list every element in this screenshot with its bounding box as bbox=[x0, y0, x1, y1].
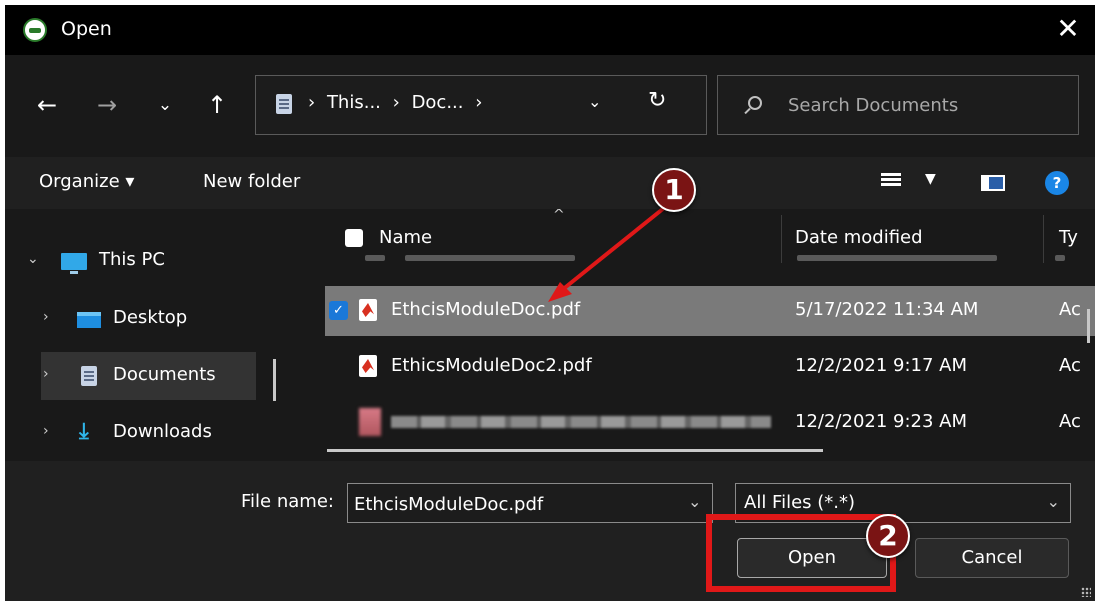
step-callout-2: 2 bbox=[866, 514, 910, 558]
file-list: Name ^ Date modified Ty ✓ EthcisModuleDo… bbox=[295, 209, 1095, 461]
recent-locations-button[interactable]: ⌄ bbox=[149, 89, 181, 121]
nav-item-downloads[interactable]: › ⤓ Downloads bbox=[5, 409, 255, 457]
pdf-file-icon bbox=[359, 355, 377, 377]
file-type: Ac bbox=[1059, 299, 1081, 320]
navigation-bar: ← → ⌄ ↑ › This... › Doc... › ⌄ ↻ bbox=[5, 55, 1095, 157]
breadcrumb-separator: › bbox=[392, 92, 400, 113]
file-row-blurred[interactable]: 12/2/2021 9:23 AM Ac bbox=[325, 398, 1095, 448]
partially-hidden-row bbox=[365, 255, 1065, 265]
view-dropdown-icon[interactable]: ▼ bbox=[925, 171, 936, 187]
title-bar: Open ✕ bbox=[5, 5, 1095, 55]
nav-item-label: Desktop bbox=[113, 307, 188, 328]
file-type: Ac bbox=[1059, 355, 1081, 376]
chevron-right-icon[interactable]: › bbox=[43, 309, 49, 325]
column-header-name[interactable]: Name bbox=[379, 227, 432, 248]
window-title: Open bbox=[61, 18, 112, 40]
resize-grip-icon[interactable] bbox=[1081, 587, 1091, 597]
file-row-ethcis-module-doc[interactable]: ✓ EthcisModuleDoc.pdf 5/17/2022 11:34 AM… bbox=[325, 286, 1095, 336]
up-button[interactable]: ↑ bbox=[201, 89, 233, 121]
close-button[interactable]: ✕ bbox=[1051, 13, 1085, 47]
search-icon bbox=[748, 96, 762, 110]
file-date-modified: 12/2/2021 9:17 AM bbox=[795, 355, 968, 376]
file-name: EthicsModuleDoc2.pdf bbox=[391, 355, 592, 376]
file-date-modified: 5/17/2022 11:34 AM bbox=[795, 299, 979, 320]
file-date-modified: 12/2/2021 9:23 AM bbox=[795, 411, 968, 432]
chevron-right-icon[interactable]: › bbox=[43, 423, 49, 439]
navigation-pane: ⌄ This PC › Desktop › Documents › ⤓ Down… bbox=[5, 209, 295, 461]
nav-item-label: This PC bbox=[99, 249, 165, 270]
nav-item-label: Documents bbox=[113, 364, 216, 385]
chevron-right-icon[interactable]: › bbox=[43, 366, 49, 382]
file-list-vertical-scrollbar[interactable] bbox=[1087, 309, 1090, 343]
new-folder-button[interactable]: New folder bbox=[203, 171, 300, 192]
chevron-down-icon[interactable]: ⌄ bbox=[1047, 492, 1060, 511]
computer-icon bbox=[61, 253, 87, 274]
back-button[interactable]: ← bbox=[31, 89, 63, 121]
file-list-horizontal-scrollbar[interactable] bbox=[327, 449, 823, 452]
view-options-icon[interactable] bbox=[881, 173, 901, 191]
documents-icon bbox=[81, 366, 97, 386]
desktop-icon bbox=[77, 312, 101, 328]
column-header-row: Name ^ Date modified Ty bbox=[295, 209, 1095, 265]
search-input[interactable] bbox=[788, 92, 1058, 118]
file-type: Ac bbox=[1059, 411, 1081, 432]
file-name-combobox[interactable]: ⌄ bbox=[347, 483, 713, 523]
breadcrumb-this-pc[interactable]: This... bbox=[327, 92, 381, 113]
address-bar[interactable]: › This... › Doc... › ⌄ ↻ bbox=[255, 75, 707, 135]
forward-button[interactable]: → bbox=[91, 89, 123, 121]
nav-item-desktop[interactable]: › Desktop bbox=[5, 295, 255, 343]
row-checkbox-checked[interactable]: ✓ bbox=[329, 301, 348, 320]
help-icon[interactable]: ? bbox=[1045, 171, 1069, 195]
step-callout-1: 1 bbox=[652, 168, 696, 212]
file-name-label: File name: bbox=[241, 491, 334, 512]
chevron-down-icon[interactable]: ⌄ bbox=[588, 92, 601, 111]
pdf-file-icon bbox=[359, 299, 377, 321]
app-logo-icon bbox=[23, 18, 47, 42]
search-box[interactable] bbox=[717, 75, 1079, 135]
cancel-button[interactable]: Cancel bbox=[915, 538, 1069, 578]
breadcrumb-separator: › bbox=[308, 92, 316, 113]
command-bar: Organize ▾ New folder ▼ ? bbox=[5, 157, 1095, 209]
blurred-file-name bbox=[391, 416, 771, 428]
file-name-input[interactable] bbox=[354, 492, 674, 516]
navigation-pane-scrollbar[interactable] bbox=[273, 359, 276, 401]
file-type-value: All Files (*.*) bbox=[744, 492, 856, 513]
column-header-type[interactable]: Ty bbox=[1059, 227, 1078, 248]
preview-pane-icon[interactable] bbox=[981, 175, 1005, 191]
refresh-icon[interactable]: ↻ bbox=[648, 88, 666, 113]
open-file-dialog: Open ✕ ← → ⌄ ↑ › This... › Doc... › ⌄ ↻ … bbox=[5, 5, 1095, 601]
breadcrumb: › This... › Doc... › bbox=[308, 92, 488, 113]
blurred-file-icon bbox=[359, 408, 381, 436]
breadcrumb-documents[interactable]: Doc... bbox=[412, 92, 464, 113]
file-selection-panel: File name: ⌄ All Files (*.*) ⌄ Open Canc… bbox=[5, 461, 1095, 601]
nav-item-documents[interactable]: › Documents bbox=[41, 352, 256, 400]
documents-icon bbox=[276, 94, 292, 114]
chevron-down-icon[interactable]: ⌄ bbox=[27, 251, 39, 267]
nav-item-label: Downloads bbox=[113, 421, 212, 442]
select-all-checkbox[interactable] bbox=[345, 229, 363, 247]
nav-item-this-pc[interactable]: ⌄ This PC bbox=[5, 237, 255, 285]
chevron-down-icon[interactable]: ⌄ bbox=[688, 492, 701, 511]
column-header-date-modified[interactable]: Date modified bbox=[795, 227, 923, 248]
download-icon: ⤓ bbox=[79, 419, 89, 444]
breadcrumb-separator[interactable]: › bbox=[475, 92, 482, 113]
file-row-ethics-module-doc2[interactable]: EthicsModuleDoc2.pdf 12/2/2021 9:17 AM A… bbox=[325, 342, 1095, 392]
organize-button[interactable]: Organize ▾ bbox=[39, 171, 134, 192]
sort-ascending-icon: ^ bbox=[553, 209, 565, 223]
file-name: EthcisModuleDoc.pdf bbox=[391, 299, 581, 320]
